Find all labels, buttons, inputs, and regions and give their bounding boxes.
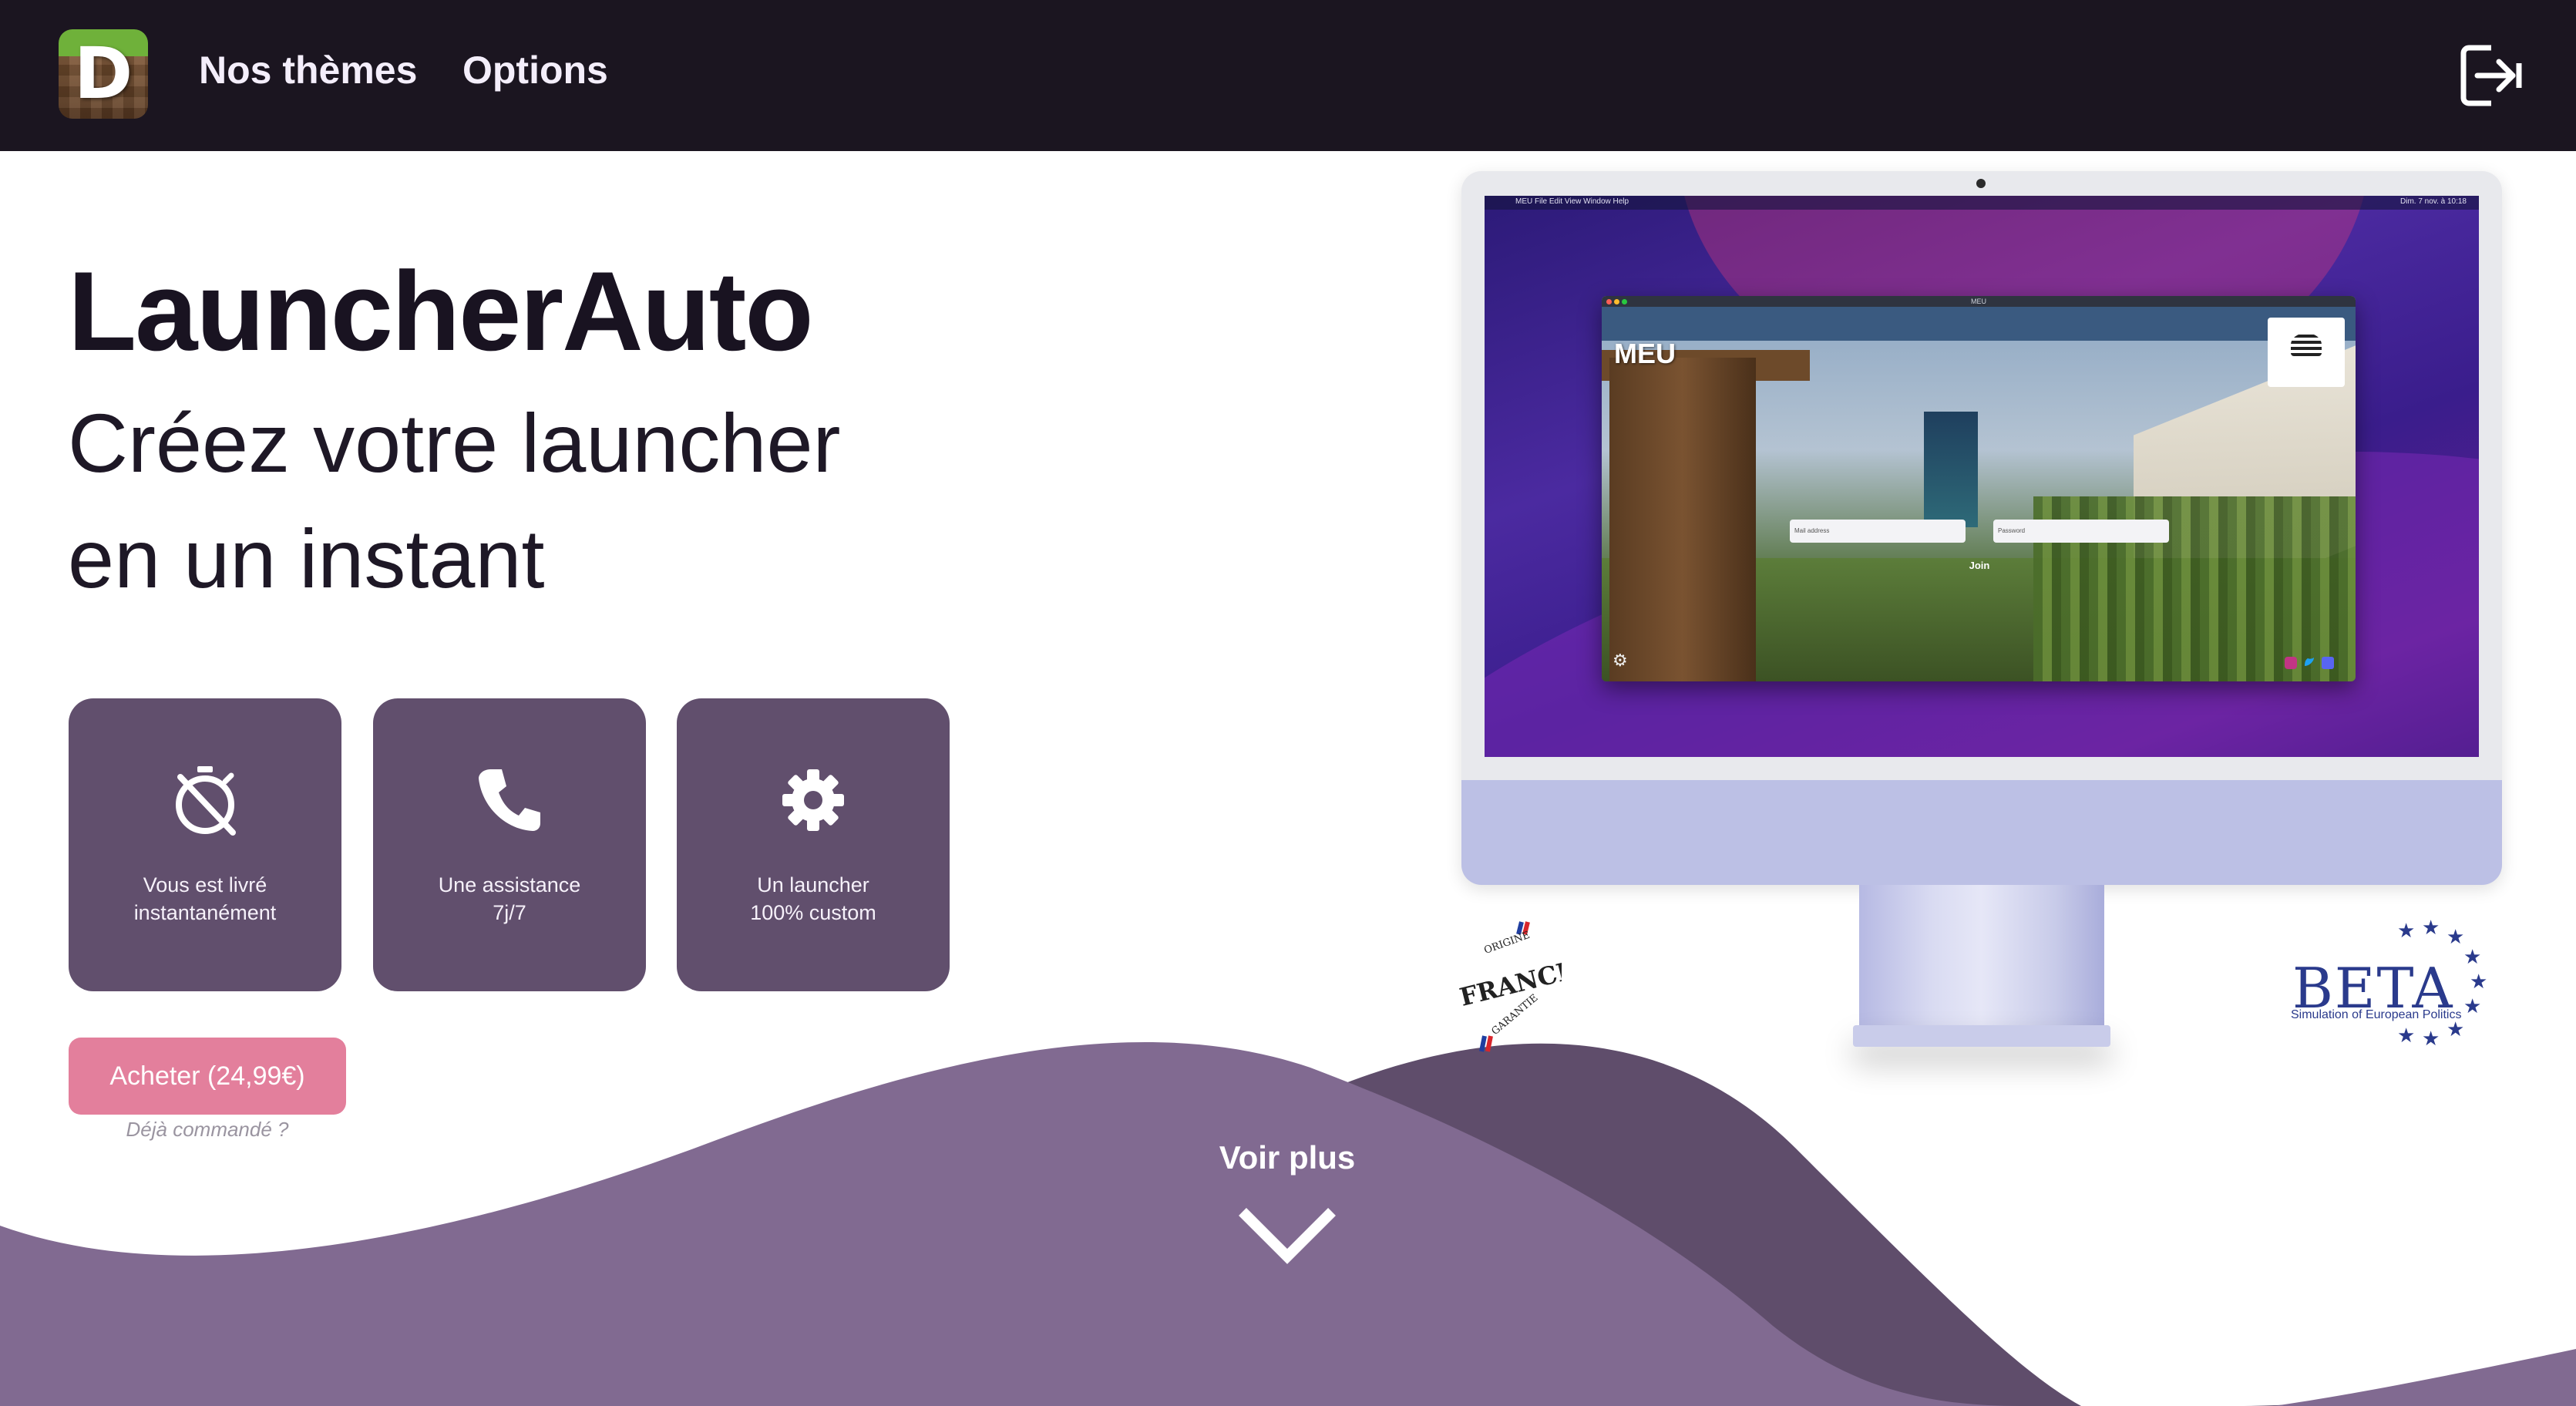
logout-icon[interactable]	[2460, 43, 2525, 108]
feature-text-line: instantanément	[133, 901, 277, 924]
scene-tower	[1924, 412, 1978, 527]
hero-subtitle-line-1: Créez votre launcher	[68, 396, 841, 489]
beta-subtitle: Simulation of European Politics	[2291, 1008, 2462, 1021]
svg-text:★: ★	[2463, 946, 2481, 969]
feature-card-assistance: Une assistance 7j/7	[373, 698, 646, 991]
preview-menubar-left: MEU File Edit View Window Help	[1515, 197, 1629, 206]
camera-dot	[1976, 179, 1986, 188]
launcher-join-button: Join	[1969, 560, 1990, 571]
feature-text-line: Vous est livré	[143, 873, 267, 896]
launcher-social-icons	[2285, 657, 2334, 669]
launcher-sky-strip	[1602, 307, 2356, 341]
nav-link-themes[interactable]: Nos thèmes	[199, 48, 417, 92]
badge-france-word: FRANCE	[1457, 955, 1562, 1012]
svg-text:★: ★	[2397, 920, 2415, 943]
gear-icon	[782, 769, 844, 831]
feature-text: Vous est livré instantanément	[84, 871, 326, 927]
feature-text-line: Un launcher	[757, 873, 869, 896]
monitor-stand-base	[1853, 1025, 2110, 1047]
launcher-titlebar: MEU	[1602, 296, 2356, 307]
feature-text: Une assistance 7j/7	[388, 871, 631, 927]
svg-text:★: ★	[2397, 1024, 2415, 1048]
preview-menubar: MEU File Edit View Window Help Dim. 7 no…	[1485, 196, 2479, 210]
svg-text:★: ★	[2422, 917, 2440, 940]
feature-text: Un launcher 100% custom	[692, 871, 934, 927]
top-navigation-bar: D Nos thèmes Options	[0, 0, 2576, 151]
launcher-settings-icon: ⚙	[1613, 651, 1628, 670]
badge-ring-top: ORIGINE	[1483, 930, 1532, 957]
launcher-password-field: Password	[1993, 520, 2169, 543]
svg-text:★: ★	[2470, 970, 2487, 994]
hero-subtitle-line-2: en un instant	[68, 512, 545, 605]
launcher-badge-logo	[2268, 318, 2345, 387]
feature-card-custom: Un launcher 100% custom	[677, 698, 950, 991]
chevron-down-icon[interactable]	[1236, 1206, 1338, 1266]
site-logo[interactable]: D	[59, 29, 148, 119]
launcher-window-title: MEU	[1971, 298, 1986, 305]
launcher-username-field: Mail address	[1790, 520, 1966, 543]
preview-launcher-window: MEU MEU Mail address Password Join ⚙	[1602, 296, 2356, 681]
beta-badge: ★ ★ ★ ★ ★ ★ ★ ★ ★ BETA Simulation of European …	[2289, 916, 2521, 1054]
svg-text:★: ★	[2422, 1028, 2440, 1051]
see-more-label[interactable]: Voir plus	[1141, 1139, 1434, 1176]
launcher-app-name: MEU	[1614, 338, 1676, 369]
feature-card-instant-delivery: Vous est livré instantanément	[69, 698, 341, 991]
scene-pillar	[1609, 358, 1756, 681]
origine-france-garantie-badge: ORIGINE FRANCE GARANTIE	[1457, 921, 1562, 1052]
monitor-stand	[1859, 885, 2104, 1036]
svg-text:★: ★	[2447, 926, 2464, 949]
computer-preview-mockup: MEU File Edit View Window Help Dim. 7 no…	[1461, 171, 2502, 885]
hero-title: LauncherAuto	[68, 248, 814, 374]
svg-text:★: ★	[2463, 995, 2481, 1018]
monitor-chin	[1461, 780, 2502, 885]
nav-link-options[interactable]: Options	[462, 48, 608, 92]
phone-icon	[479, 769, 540, 831]
feature-text-line: 100% custom	[750, 901, 876, 924]
logo-letter: D	[73, 32, 133, 115]
timer-off-icon	[176, 766, 236, 836]
preview-menubar-right: Dim. 7 nov. à 10:18	[2400, 197, 2467, 206]
feature-text-line: Une assistance	[438, 873, 581, 896]
feature-text-line: 7j/7	[493, 901, 526, 924]
preview-screen: MEU File Edit View Window Help Dim. 7 no…	[1485, 196, 2479, 757]
